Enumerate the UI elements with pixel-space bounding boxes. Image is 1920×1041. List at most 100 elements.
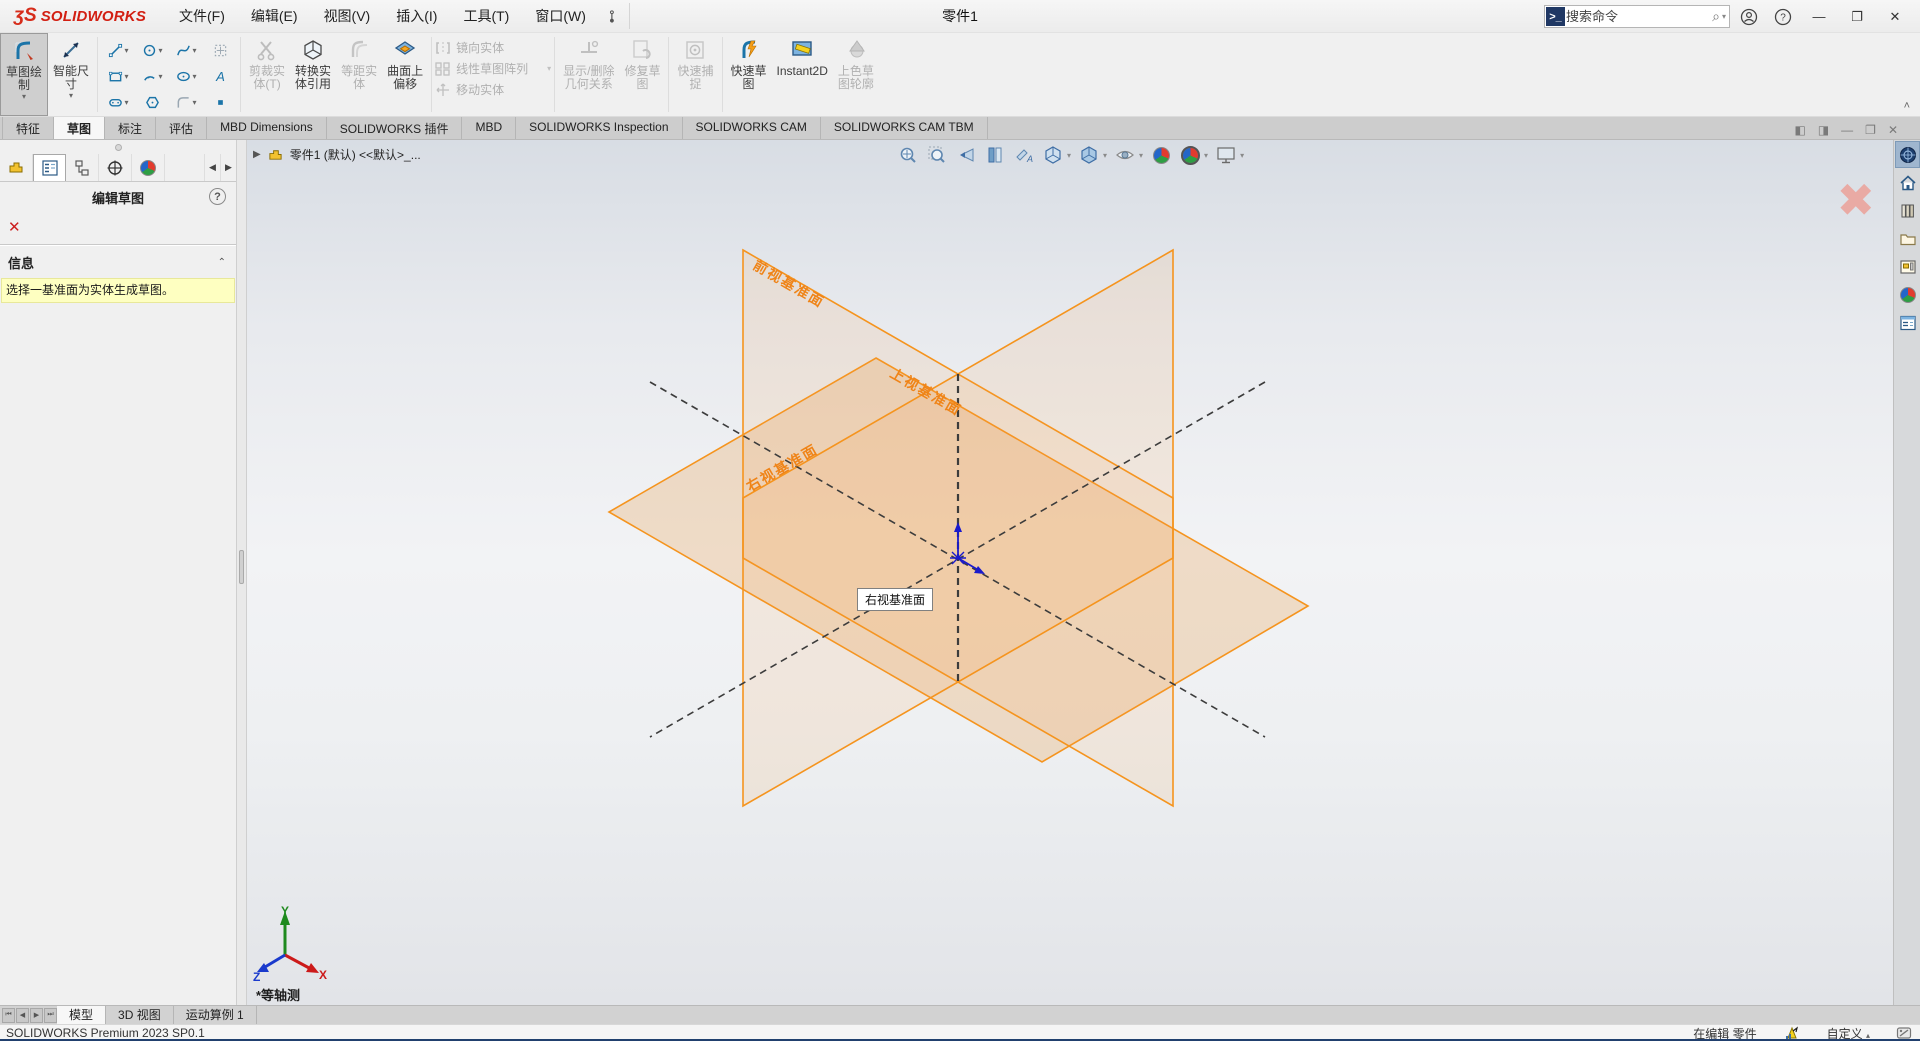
tab-annotate[interactable]: 标注 xyxy=(105,117,156,139)
doc-close-icon[interactable]: ✕ xyxy=(1888,123,1898,137)
menu-view[interactable]: 视图(V) xyxy=(311,0,384,32)
close-button[interactable]: ✕ xyxy=(1878,4,1912,30)
ellipse-tool[interactable]: ▾ xyxy=(169,63,203,89)
tab-sw-cam[interactable]: SOLIDWORKS CAM xyxy=(683,117,821,139)
menu-window[interactable]: 窗口(W) xyxy=(522,0,599,32)
minimize-button[interactable]: — xyxy=(1802,4,1836,30)
text-tool[interactable]: A xyxy=(203,63,237,89)
scroll-next-icon[interactable]: ▶ xyxy=(30,1008,43,1023)
pin-menu-icon[interactable]: ⊶ xyxy=(603,9,620,23)
tab-sw-inspection[interactable]: SOLIDWORKS Inspection xyxy=(516,117,682,139)
zoom-to-fit-button[interactable] xyxy=(897,144,919,166)
appearances-button[interactable] xyxy=(1895,281,1920,308)
menu-insert[interactable]: 插入(I) xyxy=(383,0,450,32)
restore-button[interactable]: ❐ xyxy=(1840,4,1874,30)
view-settings-button[interactable] xyxy=(1215,144,1237,166)
slot-dropdown-icon[interactable]: ▾ xyxy=(125,98,129,107)
polygon-tool[interactable] xyxy=(135,89,169,115)
scroll-prev-icon[interactable]: ◀ xyxy=(16,1008,29,1023)
tab-mbd-dimensions[interactable]: MBD Dimensions xyxy=(207,117,327,139)
previous-view-button[interactable] xyxy=(955,144,977,166)
offset-on-surface-button[interactable]: 曲面上 偏移 xyxy=(382,33,428,116)
document-tree-label[interactable]: 零件1 (默认) <<默认>_... xyxy=(290,146,421,163)
view-orientation-caret-icon[interactable]: ▾ xyxy=(1067,151,1071,160)
rapid-sketch-button[interactable]: 快速草 图 xyxy=(726,33,772,116)
sketch-picture-tool[interactable] xyxy=(203,37,237,63)
custom-properties-button[interactable] xyxy=(1895,309,1920,336)
design-library-button[interactable] xyxy=(1895,197,1920,224)
section-view-button[interactable] xyxy=(984,144,1006,166)
tab-features[interactable]: 特征 xyxy=(2,117,54,139)
smart-dimension-dropdown-icon[interactable]: ▾ xyxy=(69,92,73,100)
panel-tab-scroll-left[interactable]: ◀ xyxy=(204,154,220,181)
point-tool[interactable] xyxy=(203,89,237,115)
splitter-grip[interactable] xyxy=(239,550,244,584)
convert-entities-button[interactable]: 转换实 体引用 xyxy=(290,33,336,116)
search-options-caret-icon[interactable]: ▾ xyxy=(1722,12,1729,21)
dimxpert-manager-tab[interactable] xyxy=(99,154,132,181)
configuration-manager-tab[interactable] xyxy=(66,154,99,181)
apply-scene-caret-icon[interactable]: ▾ xyxy=(1204,151,1208,160)
circle-tool[interactable]: ▾ xyxy=(135,37,169,63)
view-settings-caret-icon[interactable]: ▾ xyxy=(1240,151,1244,160)
edit-appearance-button[interactable] xyxy=(1150,144,1172,166)
menu-tools[interactable]: 工具(T) xyxy=(450,0,522,32)
spline-tool[interactable]: ▾ xyxy=(169,37,203,63)
display-style-button[interactable] xyxy=(1078,144,1100,166)
model-tab[interactable]: 模型 xyxy=(57,1006,106,1024)
status-tag-icon[interactable] xyxy=(1896,1026,1912,1040)
doc-restore-icon[interactable]: ❐ xyxy=(1865,123,1876,137)
motion-study-tab[interactable]: 运动算例 1 xyxy=(174,1006,257,1024)
panel-cancel-button[interactable]: ✕ xyxy=(8,218,26,236)
ribbon-collapse-chevron-icon[interactable]: ˄ xyxy=(1904,100,1910,112)
hide-show-items-button[interactable] xyxy=(1114,144,1136,166)
doc-minimize-icon[interactable]: — xyxy=(1841,123,1853,137)
user-account-button[interactable] xyxy=(1734,4,1764,30)
help-button[interactable]: ? xyxy=(1768,4,1798,30)
feature-tree-flyout[interactable]: ▶ 零件1 (默认) <<默认>_... xyxy=(253,146,421,163)
property-manager-tab[interactable] xyxy=(33,154,66,181)
fillet-dropdown-icon[interactable]: ▾ xyxy=(193,98,197,107)
sw-resources-button[interactable] xyxy=(1895,141,1920,168)
fillet-tool[interactable]: ▾ xyxy=(169,89,203,115)
collapse-chevron-icon[interactable]: ⌃ xyxy=(218,257,226,268)
menu-edit[interactable]: 编辑(E) xyxy=(238,0,311,32)
view-orientation-button[interactable] xyxy=(1042,144,1064,166)
instant2d-button[interactable]: Instant2D xyxy=(772,33,833,116)
hide-show-caret-icon[interactable]: ▾ xyxy=(1139,151,1143,160)
display-style-caret-icon[interactable]: ▾ xyxy=(1103,151,1107,160)
arc-tool[interactable]: ▾ xyxy=(135,63,169,89)
tab-evaluate[interactable]: 评估 xyxy=(156,117,207,139)
confirmation-corner-cancel-icon[interactable]: ✖ xyxy=(1836,178,1875,222)
panel-help-icon[interactable]: ? xyxy=(209,188,226,205)
arc-dropdown-icon[interactable]: ▾ xyxy=(159,72,163,81)
flyout-arrow-icon[interactable]: ▶ xyxy=(253,149,261,160)
panel-splitter-handle[interactable] xyxy=(0,140,236,154)
scroll-first-icon[interactable]: ⏮ xyxy=(2,1008,15,1023)
annotation-view-button[interactable]: A xyxy=(1013,144,1035,166)
panel-viewport-splitter[interactable] xyxy=(237,140,247,1005)
tab-sw-addins[interactable]: SOLIDWORKS 插件 xyxy=(327,117,463,139)
search-icon[interactable]: ⌕ xyxy=(1710,8,1722,25)
tab-sw-cam-tbm[interactable]: SOLIDWORKS CAM TBM xyxy=(821,117,988,139)
smart-dimension-button[interactable]: 智能尺 寸 ▾ xyxy=(48,33,94,116)
view-palette-button[interactable] xyxy=(1895,253,1920,280)
rectangle-dropdown-icon[interactable]: ▾ xyxy=(125,72,129,81)
apply-scene-button[interactable] xyxy=(1179,144,1201,166)
3d-views-tab[interactable]: 3D 视图 xyxy=(106,1006,174,1024)
spline-dropdown-icon[interactable]: ▾ xyxy=(193,46,197,55)
tab-sketch[interactable]: 草图 xyxy=(54,117,105,139)
file-explorer-button[interactable] xyxy=(1895,225,1920,252)
status-warning-icon[interactable] xyxy=(1783,1026,1801,1040)
panel-tab-scroll-right[interactable]: ▶ xyxy=(220,154,236,181)
zoom-to-area-button[interactable] xyxy=(926,144,948,166)
tab-mbd[interactable]: MBD xyxy=(462,117,516,139)
circle-dropdown-icon[interactable]: ▾ xyxy=(159,46,163,55)
sketch-dropdown-icon[interactable]: ▾ xyxy=(22,93,26,101)
dock-left-icon[interactable]: ◧ xyxy=(1794,123,1805,137)
ellipse-dropdown-icon[interactable]: ▾ xyxy=(193,72,197,81)
slot-tool[interactable]: ▾ xyxy=(101,89,135,115)
home-button[interactable] xyxy=(1895,169,1920,196)
feature-manager-tab[interactable] xyxy=(0,154,33,181)
scroll-last-icon[interactable]: ⏭ xyxy=(44,1008,57,1023)
